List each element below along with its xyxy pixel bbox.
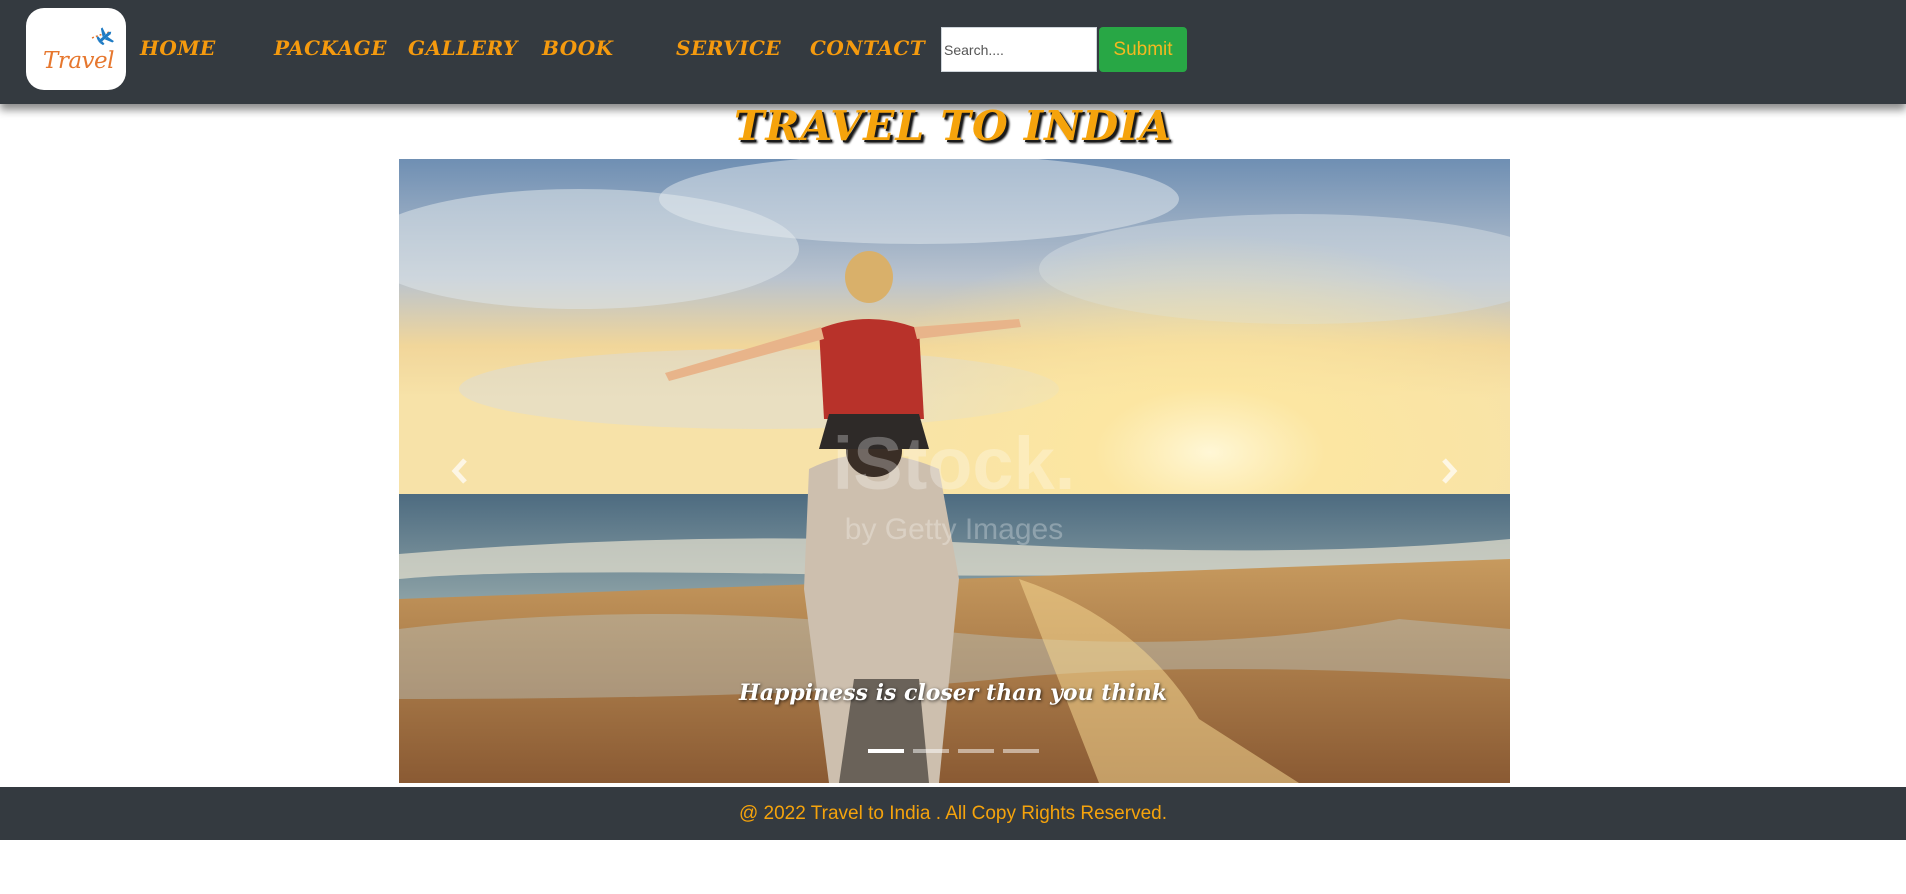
- carousel-indicator-3[interactable]: [958, 749, 994, 753]
- search-input[interactable]: [941, 27, 1097, 72]
- page-title: TRAVEL TO INDIA: [733, 102, 1173, 150]
- logo-text: Travel: [43, 48, 115, 74]
- navbar: Travel HOME PACKAGE GALLERY BOOK SERVICE…: [0, 0, 1906, 104]
- svg-text:by Getty Images: by Getty Images: [845, 513, 1063, 546]
- carousel-indicators: [868, 749, 1039, 753]
- svg-text:iStock.: iStock.: [833, 422, 1076, 505]
- nav-link-contact[interactable]: CONTACT: [810, 36, 925, 62]
- footer: @ 2022 Travel to India . All Copy Rights…: [0, 787, 1906, 840]
- chevron-right-icon: [1442, 458, 1458, 484]
- carousel-indicator-1[interactable]: [868, 749, 904, 753]
- nav-link-package[interactable]: PACKAGE: [274, 36, 387, 62]
- nav-link-home[interactable]: HOME: [140, 36, 216, 62]
- chevron-left-icon: [451, 458, 467, 484]
- nav-link-service[interactable]: SERVICE: [676, 36, 781, 62]
- carousel-indicator-2[interactable]: [913, 749, 949, 753]
- carousel-caption: Happiness is closer than you think: [739, 680, 1167, 706]
- footer-copyright: @ 2022 Travel to India . All Copy Rights…: [738, 802, 1167, 824]
- carousel-indicator-4[interactable]: [1003, 749, 1039, 753]
- submit-button[interactable]: Submit: [1099, 27, 1187, 72]
- nav-link-book[interactable]: BOOK: [542, 36, 614, 62]
- logo[interactable]: Travel: [26, 8, 126, 90]
- nav-link-gallery[interactable]: GALLERY: [408, 36, 518, 62]
